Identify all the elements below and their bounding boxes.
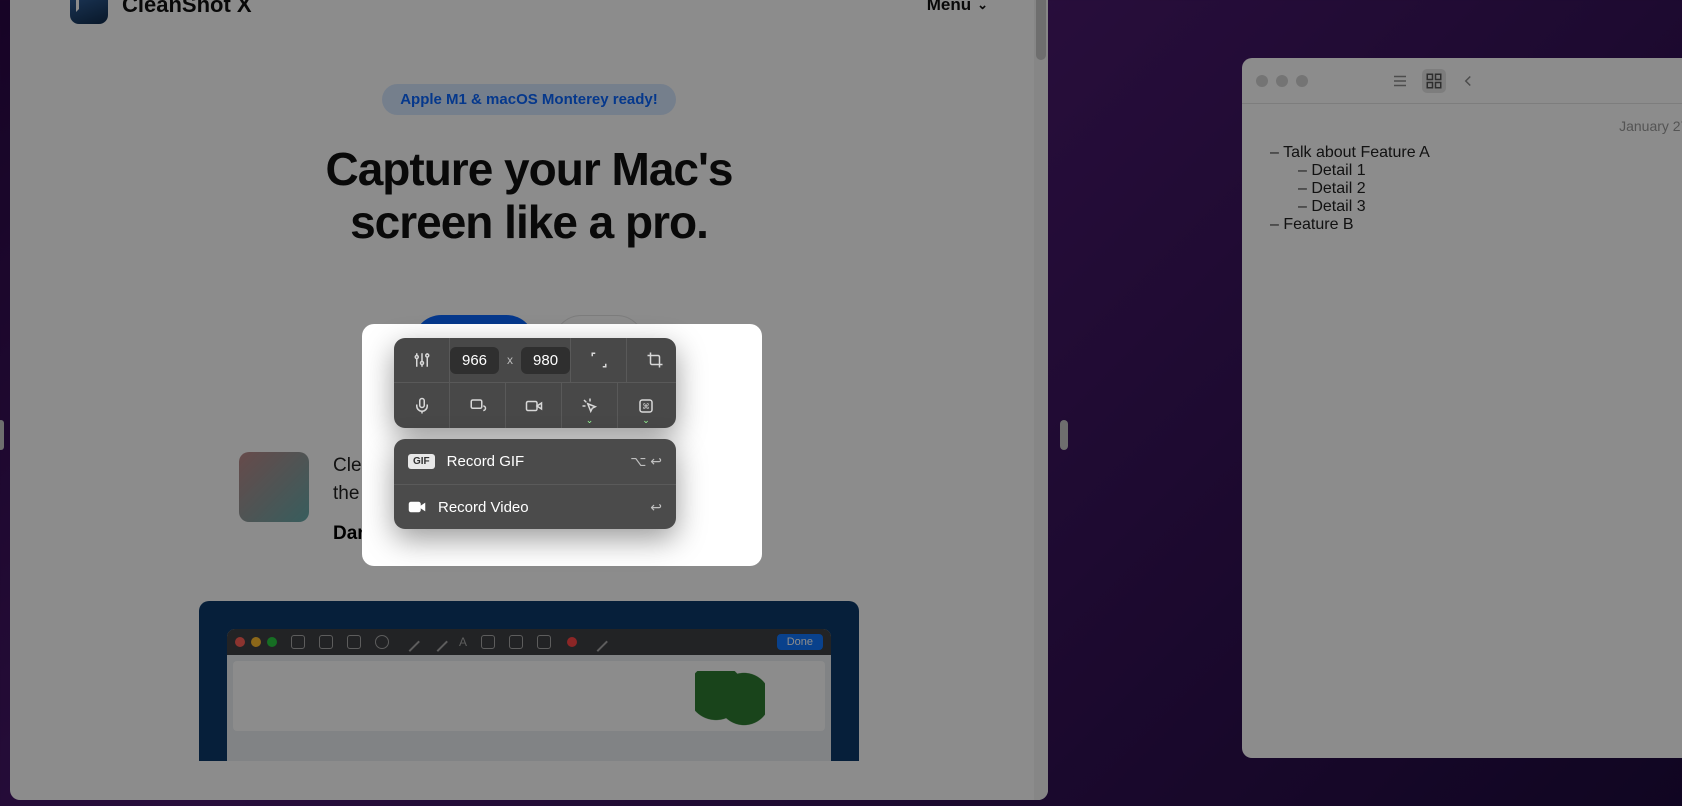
system-audio-icon[interactable] [450, 383, 506, 428]
text-tool-icon[interactable]: A [459, 635, 467, 649]
grid-view-icon[interactable] [1422, 69, 1446, 93]
note-item[interactable]: Talk about Feature A [1270, 144, 1682, 162]
recording-config-panel: 966 x 980 ⌄ [394, 338, 676, 428]
dimensions-display: 966 x 980 [450, 338, 571, 382]
demo-screenshot: A Done [199, 601, 859, 761]
step-tool-icon[interactable] [537, 635, 551, 649]
record-video-label: Record Video [438, 499, 529, 516]
menu-button[interactable]: Menu ⌄ [927, 0, 988, 15]
circle-tool-icon[interactable] [375, 635, 389, 649]
video-icon [408, 498, 426, 516]
width-value[interactable]: 966 [450, 347, 499, 374]
settings-icon[interactable] [394, 338, 450, 382]
rect-tool-icon[interactable] [319, 635, 333, 649]
note-item[interactable]: Detail 2 [1298, 180, 1682, 198]
notes-list[interactable]: Talk about Feature ADetail 1Detail 2Deta… [1270, 144, 1682, 234]
hero-line2: screen like a pro. [350, 196, 708, 248]
recording-selection[interactable]: 966 x 980 ⌄ [362, 324, 762, 566]
record-dot-icon[interactable] [567, 637, 577, 647]
height-value[interactable]: 980 [521, 347, 570, 374]
webcam-icon[interactable] [506, 383, 562, 428]
crop-tool-icon[interactable] [291, 635, 305, 649]
menu-label: Menu [927, 0, 971, 15]
line-tool-icon[interactable] [400, 632, 420, 652]
note-item[interactable]: Detail 1 [1298, 162, 1682, 180]
record-actions-panel: GIF Record GIF ⌥ ↩ Record Video ↩ [394, 439, 676, 529]
check-icon: ⌄ [586, 415, 594, 426]
minimize-icon[interactable] [251, 637, 261, 647]
crop-icon[interactable] [627, 338, 676, 382]
hero-title: Capture your Mac's screen like a pro. [10, 143, 1048, 249]
keystrokes-icon[interactable]: ⌘ ⌄ [618, 383, 674, 428]
fullscreen-icon[interactable] [571, 338, 627, 382]
app-logo-icon [70, 0, 108, 24]
brand[interactable]: CleanShot X [70, 0, 252, 24]
window-resize-handle-right[interactable] [1060, 420, 1068, 450]
gif-shortcut: ⌥ ↩ [630, 453, 662, 470]
notes-window: January 27, 2022 at 9:27 Talk about Feat… [1242, 58, 1682, 758]
list-view-icon[interactable] [1388, 69, 1412, 93]
note-date: January 27, 2022 at 9:27 [1270, 118, 1682, 134]
gif-badge-icon: GIF [408, 454, 435, 469]
highlight-tool-icon[interactable] [347, 635, 361, 649]
window-resize-handle-left[interactable] [0, 420, 4, 450]
traffic-lights[interactable] [1256, 75, 1308, 87]
chevron-down-icon: ⌄ [977, 0, 988, 13]
done-button[interactable]: Done [777, 634, 823, 650]
notes-toolbar [1242, 58, 1682, 104]
note-item[interactable]: Detail 3 [1298, 198, 1682, 216]
avatar [239, 452, 309, 522]
record-gif-label: Record GIF [447, 453, 525, 470]
zoom-icon[interactable] [267, 637, 277, 647]
record-gif-button[interactable]: GIF Record GIF ⌥ ↩ [394, 439, 676, 484]
pen-tool-icon[interactable] [588, 632, 608, 652]
check-icon: ⌄ [642, 415, 650, 426]
record-video-button[interactable]: Record Video ↩ [394, 484, 676, 529]
close-icon[interactable] [235, 637, 245, 647]
microphone-icon[interactable] [394, 383, 450, 428]
video-shortcut: ↩ [650, 499, 662, 516]
counter-tool-icon[interactable] [509, 635, 523, 649]
click-highlight-icon[interactable]: ⌄ [562, 383, 618, 428]
hero-line1: Capture your Mac's [325, 143, 732, 195]
back-icon[interactable] [1456, 69, 1480, 93]
arrow-tool-icon[interactable] [428, 632, 448, 652]
pixelate-tool-icon[interactable] [481, 635, 495, 649]
demo-canvas [233, 661, 825, 731]
x-separator: x [507, 353, 513, 367]
brand-name: CleanShot X [122, 0, 252, 18]
svg-text:⌘: ⌘ [642, 402, 650, 411]
compat-badge: Apple M1 & macOS Monterey ready! [382, 84, 676, 115]
note-item[interactable]: Feature B [1270, 216, 1682, 234]
